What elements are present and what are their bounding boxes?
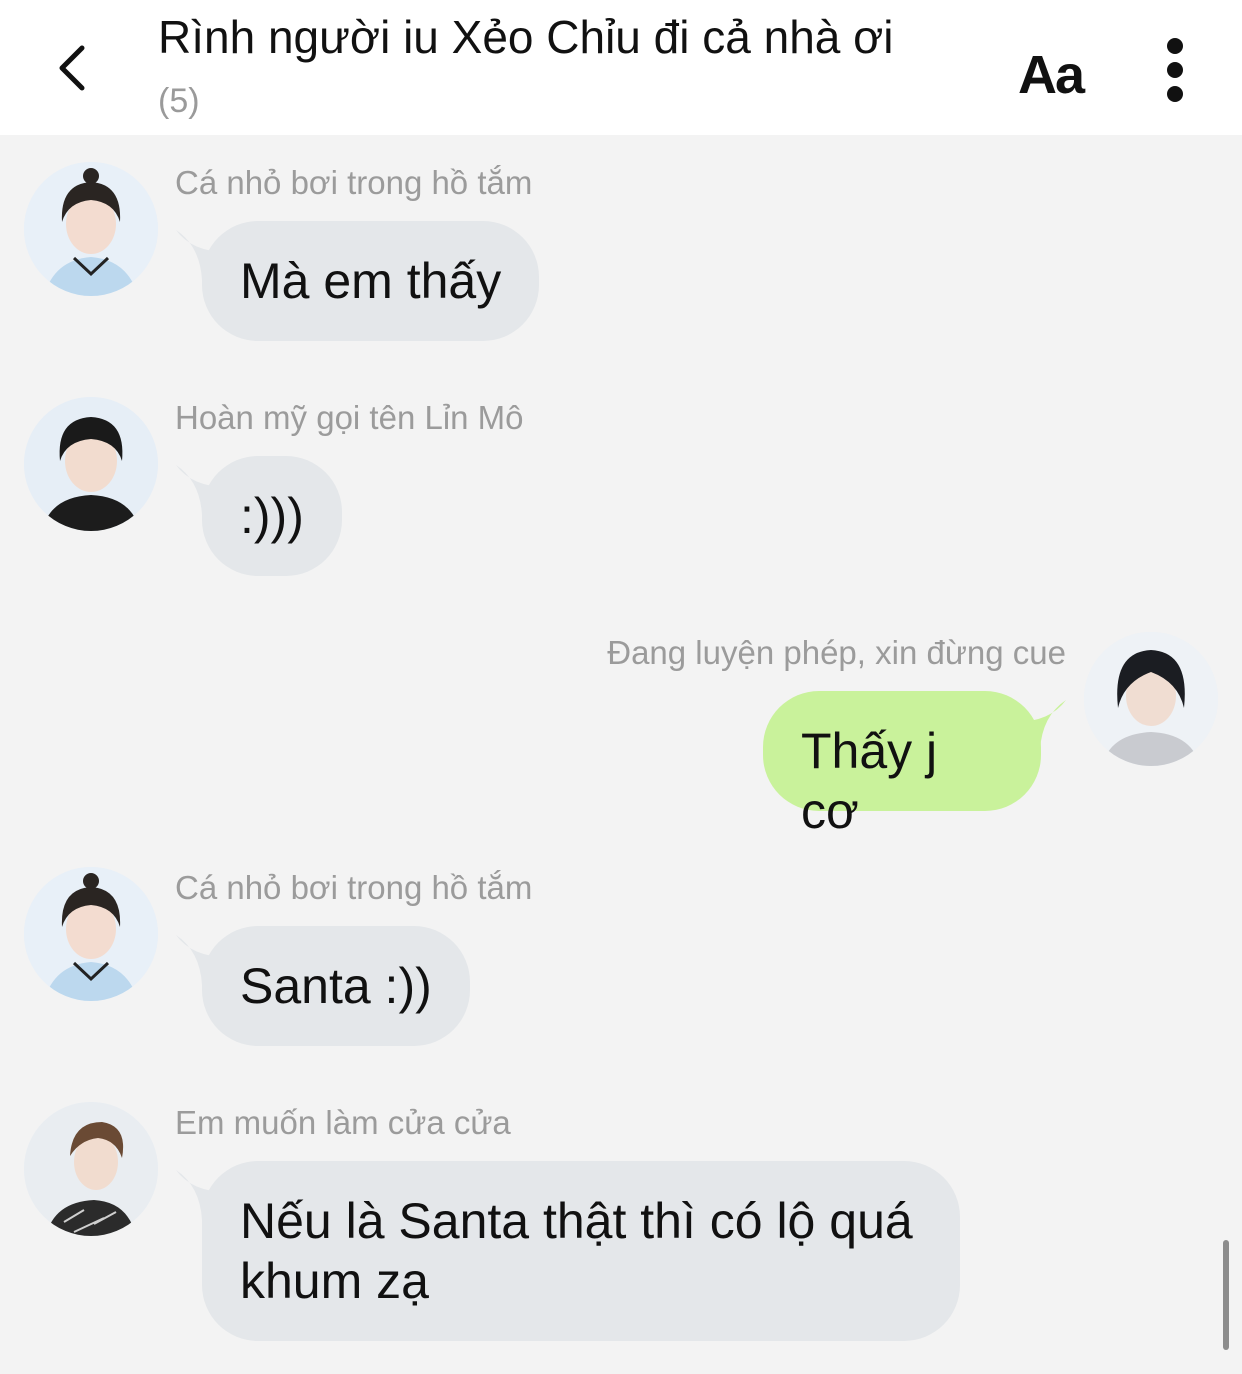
sender-name: Đang luyện phép, xin đừng cue	[607, 634, 1066, 671]
sender-name: Hoàn mỹ gọi tên Lỉn Mô	[175, 399, 524, 436]
avatar[interactable]	[24, 1102, 158, 1236]
message-bubble[interactable]: Thấy j cơ	[763, 691, 1041, 839]
chevron-left-icon	[59, 45, 85, 91]
sender-name: Cá nhỏ bơi trong hồ tắm	[175, 869, 533, 906]
message-bubble[interactable]: Santa :))	[202, 926, 470, 1046]
sender-name: Em muốn làm cửa cửa	[175, 1104, 511, 1141]
sender-name: Cá nhỏ bơi trong hồ tắm	[175, 164, 533, 201]
avatar[interactable]	[24, 162, 158, 296]
chat-header: Rình người iu Xẻo Chỉu đi cả nhà ơi (5) …	[0, 0, 1242, 135]
message-bubble[interactable]: Mà em thấy	[202, 221, 540, 341]
font-size-button[interactable]: Aa	[1018, 44, 1085, 106]
chat-title: Rình người iu Xẻo Chỉu đi cả nhà ơi	[158, 11, 894, 63]
message-bubble[interactable]: :)))	[202, 456, 342, 576]
back-button[interactable]	[40, 38, 100, 98]
more-options-button[interactable]	[1150, 34, 1200, 106]
message-bubble[interactable]: Nếu là Santa thật thì có lộ quá khum zạ	[202, 1161, 960, 1341]
avatar[interactable]	[1084, 632, 1218, 766]
member-count: (5)	[158, 82, 200, 120]
avatar[interactable]	[24, 867, 158, 1001]
scrollbar[interactable]	[1223, 1240, 1229, 1350]
avatar[interactable]	[24, 397, 158, 531]
